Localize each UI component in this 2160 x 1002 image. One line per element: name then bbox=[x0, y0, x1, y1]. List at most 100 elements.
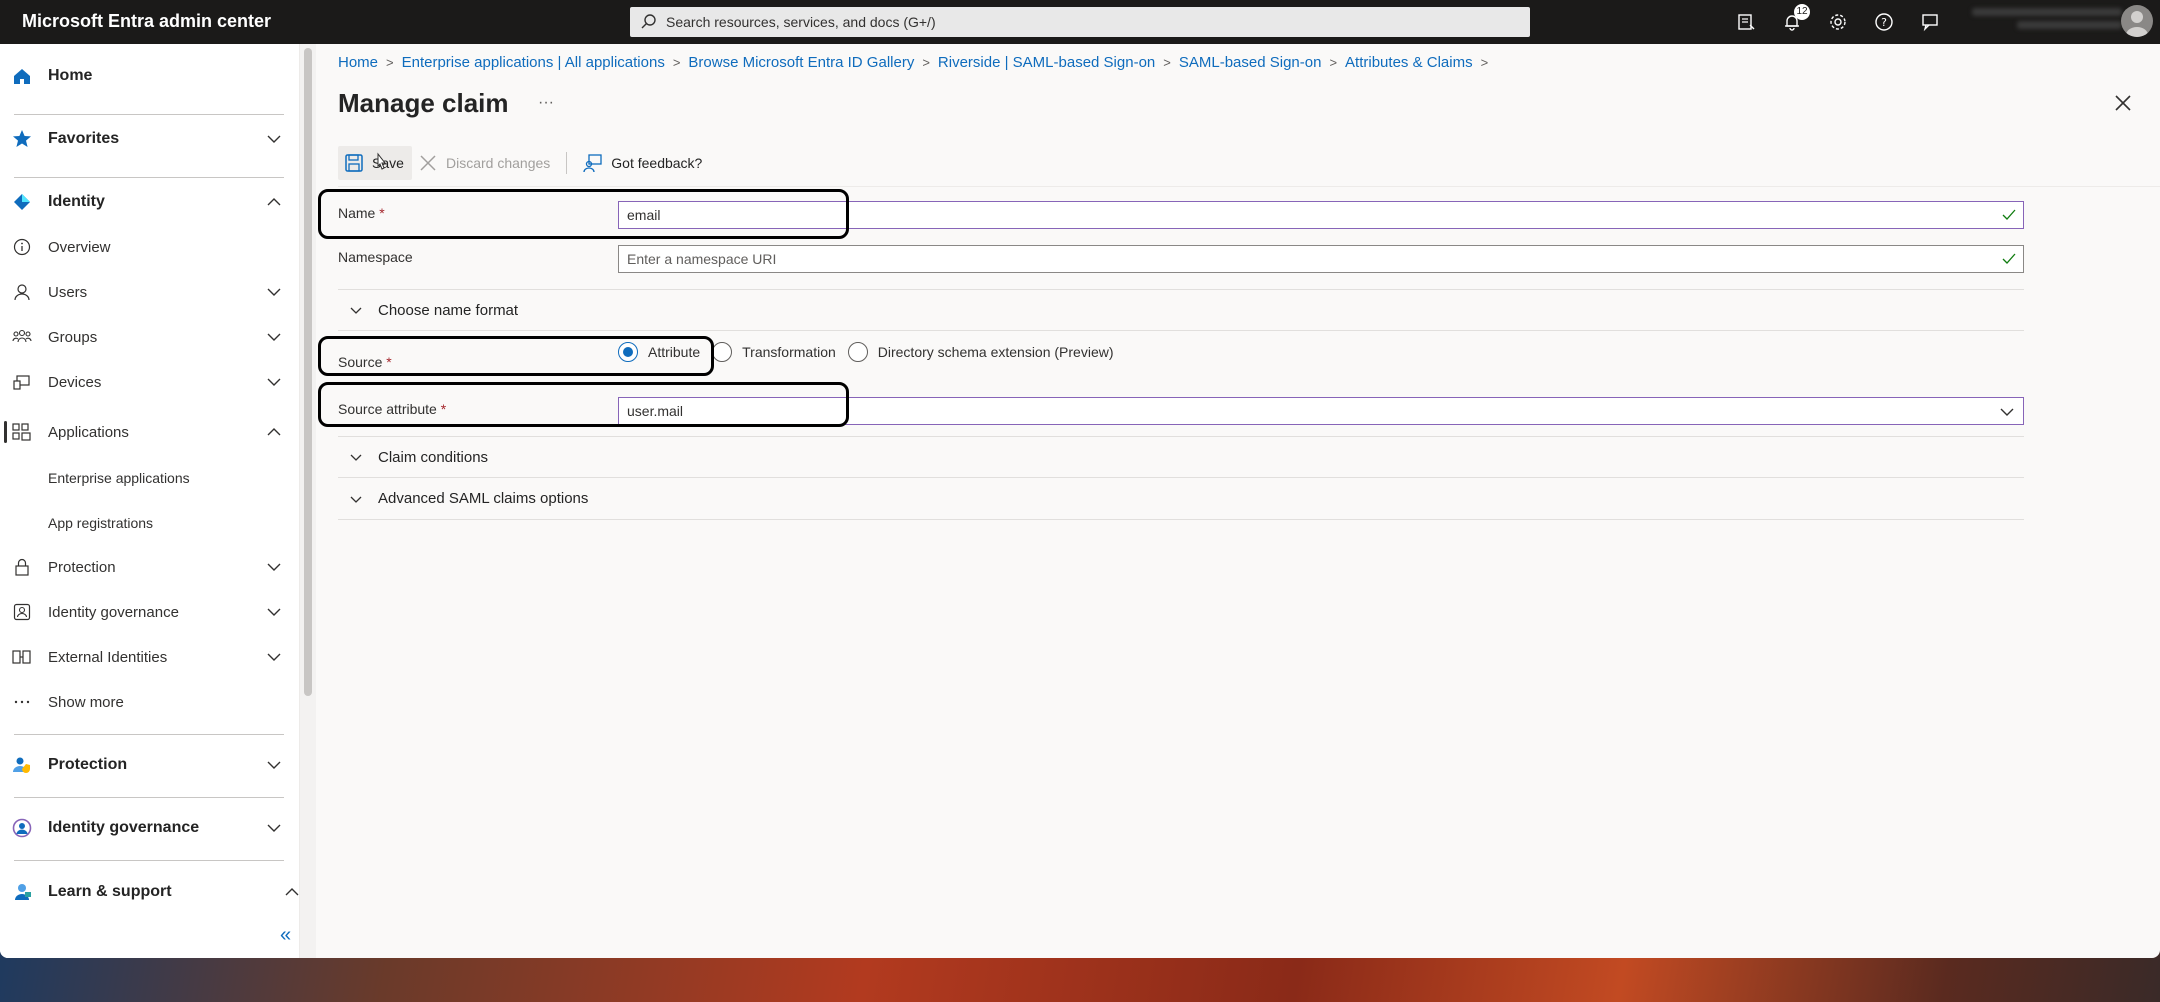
nav-favorites-label: Favorites bbox=[48, 130, 120, 147]
collapse-sidebar-button[interactable]: « bbox=[280, 924, 291, 947]
nav-devices[interactable]: Devices bbox=[0, 369, 300, 395]
copilot-notes-icon[interactable] bbox=[1732, 8, 1760, 36]
user-icon bbox=[12, 282, 32, 302]
global-search-box[interactable]: Search resources, services, and docs (G+… bbox=[630, 7, 1530, 37]
user-avatar[interactable] bbox=[2121, 5, 2153, 37]
applications-grid-icon bbox=[12, 422, 32, 442]
toolbar-separator bbox=[566, 152, 568, 174]
breadcrumb-saml-sign-on[interactable]: SAML-based Sign-on bbox=[1179, 54, 1322, 71]
breadcrumb-separator-icon: > bbox=[1329, 55, 1338, 70]
radio-unselected-icon bbox=[847, 342, 868, 362]
breadcrumb-separator-icon: > bbox=[1480, 55, 1489, 70]
chevron-down-icon bbox=[267, 761, 281, 769]
learn-support-icon bbox=[12, 882, 32, 902]
notifications-bell-icon[interactable]: 12 bbox=[1778, 4, 1810, 36]
discard-label: Discard changes bbox=[446, 155, 551, 171]
chevron-down-icon bbox=[267, 135, 281, 143]
nav-devices-label: Devices bbox=[48, 373, 102, 391]
checkmark-icon bbox=[2002, 253, 2016, 264]
feedback-button[interactable]: Got feedback? bbox=[577, 146, 708, 180]
nav-divider bbox=[14, 114, 284, 115]
breadcrumb-gallery[interactable]: Browse Microsoft Entra ID Gallery bbox=[688, 54, 914, 71]
namespace-input[interactable]: Enter a namespace URI bbox=[618, 245, 2024, 273]
external-identities-icon bbox=[12, 647, 32, 667]
nav-app-registrations[interactable]: App registrations bbox=[48, 515, 153, 531]
page-title: Manage claim bbox=[338, 88, 509, 118]
identity-governance-color-icon bbox=[12, 818, 32, 838]
nav-show-more[interactable]: Show more bbox=[0, 689, 300, 715]
discard-changes-button[interactable]: Discard changes bbox=[412, 146, 556, 180]
breadcrumb-separator-icon: > bbox=[672, 55, 681, 70]
nav-divider bbox=[14, 797, 284, 798]
top-bar: Microsoft Entra admin center Search reso… bbox=[0, 0, 2160, 44]
highlight-source-attribute-field bbox=[318, 382, 849, 427]
source-option-transformation-label: Transformation bbox=[742, 344, 836, 360]
nav-favorites[interactable]: Favorites bbox=[0, 125, 300, 153]
breadcrumb-enterprise-apps[interactable]: Enterprise applications | All applicatio… bbox=[402, 54, 665, 71]
browser-window: Microsoft Entra admin center Search reso… bbox=[0, 0, 2160, 958]
advanced-saml-label: Advanced SAML claims options bbox=[378, 490, 589, 507]
nav-overview[interactable]: Overview bbox=[0, 234, 300, 260]
nav-learn-support[interactable]: Learn & support bbox=[0, 878, 316, 906]
source-option-directory-schema[interactable]: Directory schema extension (Preview) bbox=[847, 342, 1114, 362]
source-option-transformation[interactable]: Transformation bbox=[712, 342, 836, 362]
app-title[interactable]: Microsoft Entra admin center bbox=[22, 11, 271, 32]
feedback-person-icon bbox=[583, 154, 602, 173]
advanced-saml-section[interactable]: Advanced SAML claims options bbox=[338, 478, 2024, 520]
source-option-directory-schema-label: Directory schema extension (Preview) bbox=[877, 344, 1114, 360]
search-icon bbox=[641, 14, 656, 29]
breadcrumb-home[interactable]: Home bbox=[338, 54, 378, 71]
nav-protection-sub[interactable]: Protection bbox=[0, 554, 300, 580]
command-bar-divider bbox=[338, 186, 2160, 187]
help-icon[interactable]: ? bbox=[1870, 8, 1898, 36]
namespace-label: Namespace bbox=[338, 249, 413, 265]
breadcrumb-riverside-saml[interactable]: Riverside | SAML-based Sign-on bbox=[938, 54, 1155, 71]
nav-users[interactable]: Users bbox=[0, 279, 300, 305]
breadcrumb-separator-icon: > bbox=[922, 55, 930, 70]
claim-conditions-section[interactable]: Claim conditions bbox=[338, 436, 2024, 478]
nav-identity-governance[interactable]: Identity governance bbox=[0, 814, 300, 842]
radio-unselected-icon bbox=[712, 342, 733, 362]
nav-home-label: Home bbox=[48, 67, 93, 84]
chevron-down-icon bbox=[267, 563, 281, 571]
svg-text:?: ? bbox=[1881, 16, 1887, 29]
nav-groups[interactable]: Groups bbox=[0, 324, 300, 350]
chevron-down-icon bbox=[267, 333, 281, 341]
command-bar: Save Discard changes Got feedback? bbox=[338, 146, 708, 180]
chevron-down-icon bbox=[350, 307, 362, 314]
more-options-button[interactable]: ··· bbox=[538, 94, 554, 112]
notification-count-badge: 12 bbox=[1794, 4, 1810, 20]
nav-identity-governance-label: Identity governance bbox=[48, 819, 200, 836]
nav-home[interactable]: Home bbox=[0, 62, 300, 90]
search-placeholder: Search resources, services, and docs (G+… bbox=[666, 14, 936, 30]
home-icon bbox=[12, 66, 32, 86]
nav-external-identities-label: External Identities bbox=[48, 648, 168, 666]
account-info-blurred[interactable] bbox=[1972, 8, 2122, 36]
close-icon[interactable] bbox=[2110, 90, 2136, 116]
nav-external-identities[interactable]: External Identities bbox=[0, 644, 300, 670]
nav-protection-label: Protection bbox=[48, 756, 128, 773]
nav-identity-governance-sub-label: Identity governance bbox=[48, 603, 179, 621]
choose-name-format-section[interactable]: Choose name format bbox=[338, 289, 2024, 331]
breadcrumb: Home > Enterprise applications | All app… bbox=[338, 54, 1496, 71]
left-navigation: Home Favorites Identity Overview Users G… bbox=[0, 44, 300, 958]
sidebar-scrollbar-thumb[interactable] bbox=[304, 48, 312, 696]
nav-divider bbox=[14, 734, 284, 735]
breadcrumb-separator-icon: > bbox=[1163, 55, 1171, 70]
nav-identity-governance-sub[interactable]: Identity governance bbox=[0, 599, 300, 625]
nav-users-label: Users bbox=[48, 283, 88, 301]
feedback-icon[interactable] bbox=[1916, 8, 1944, 36]
namespace-placeholder: Enter a namespace URI bbox=[627, 251, 777, 267]
protection-users-icon bbox=[12, 755, 32, 775]
nav-applications[interactable]: Applications bbox=[0, 419, 300, 445]
nav-protection[interactable]: Protection bbox=[0, 751, 300, 779]
lock-icon bbox=[12, 557, 32, 577]
close-x-icon bbox=[420, 155, 436, 171]
nav-identity[interactable]: Identity bbox=[0, 188, 300, 216]
nav-identity-label: Identity bbox=[48, 193, 105, 210]
breadcrumb-separator-icon: > bbox=[386, 55, 394, 70]
nav-divider bbox=[14, 860, 284, 861]
nav-enterprise-applications[interactable]: Enterprise applications bbox=[48, 470, 190, 486]
breadcrumb-attributes-claims[interactable]: Attributes & Claims bbox=[1345, 54, 1473, 71]
settings-gear-icon[interactable] bbox=[1824, 8, 1852, 36]
